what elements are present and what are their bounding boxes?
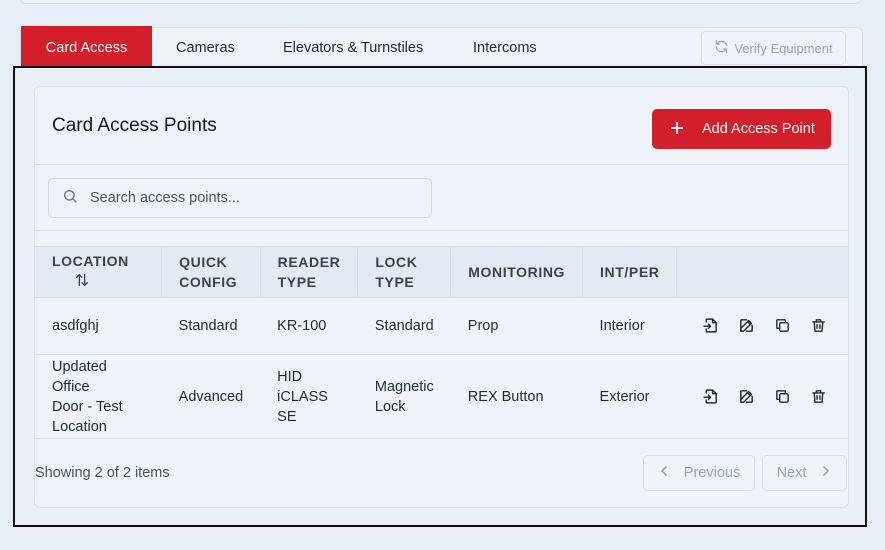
- copy-icon[interactable]: [774, 388, 791, 405]
- cell-lock-type: Magnetic Lock: [374, 378, 434, 415]
- verify-equipment-button[interactable]: Verify Equipment: [701, 31, 846, 65]
- search-icon: [62, 188, 78, 209]
- tab-cameras[interactable]: Cameras: [176, 28, 235, 68]
- trash-icon[interactable]: [810, 317, 827, 334]
- tab-card-access[interactable]: Card Access: [21, 26, 152, 71]
- tab-intercoms[interactable]: Intercoms: [473, 28, 537, 68]
- column-header-location[interactable]: LOCATION: [35, 247, 163, 297]
- cell-int-per: Exterior: [599, 388, 650, 405]
- cell-location: asdfghj: [52, 317, 99, 334]
- card-title: Card Access Points: [52, 115, 217, 136]
- cell-monitoring: REX Button: [467, 388, 544, 405]
- search-input[interactable]: [90, 190, 390, 206]
- column-header-int-per: INT/PER: [582, 247, 678, 297]
- cell-actions: [677, 354, 848, 439]
- add-access-point-label: Add Access Point: [702, 121, 815, 137]
- cell-int-per: Interior: [599, 317, 645, 334]
- file-import-icon[interactable]: [702, 317, 719, 334]
- card-access-panel: Card Access Points Add Access Point Sear…: [13, 66, 867, 527]
- cell-monitoring: Prop: [467, 317, 499, 334]
- tab-bar: Card Access Cameras Elevators & Turnstil…: [20, 26, 863, 71]
- add-access-point-button[interactable]: Add Access Point: [652, 109, 831, 149]
- cell-location: Updated Office Door - Test Location: [52, 358, 123, 435]
- table-row[interactable]: asdfghj Standard KR-100 Standard Prop In…: [35, 297, 848, 354]
- cell-quick-config: Standard: [178, 317, 238, 334]
- sort-icon[interactable]: [74, 272, 90, 293]
- tab-elevators-turnstiles[interactable]: Elevators & Turnstiles: [283, 28, 423, 68]
- table-header-row: LOCATION QUICK CONFIG READER TYPE LOCK T…: [35, 247, 848, 297]
- chevron-right-icon: [820, 465, 832, 481]
- column-header-reader-type: READER TYPE: [260, 247, 359, 297]
- access-points-table: LOCATION QUICK CONFIG READER TYPE LOCK T…: [35, 246, 848, 439]
- cell-quick-config: Advanced: [178, 388, 244, 405]
- search-box[interactable]: [48, 178, 432, 218]
- edit-icon[interactable]: [738, 317, 755, 334]
- next-page-button[interactable]: Next: [762, 455, 847, 491]
- cell-reader-type: KR-100: [277, 317, 327, 334]
- search-panel: [35, 164, 848, 231]
- trash-icon[interactable]: [810, 388, 827, 405]
- plus-icon: [670, 119, 684, 139]
- copy-icon[interactable]: [774, 317, 791, 334]
- column-header-lock-type: LOCK TYPE: [357, 247, 452, 297]
- pagination-summary: Showing 2 of 2 items: [35, 465, 170, 481]
- table-row[interactable]: Updated Office Door - Test Location Adva…: [35, 354, 848, 439]
- cell-actions: [677, 297, 848, 354]
- verify-equipment-label: Verify Equipment: [734, 40, 833, 56]
- access-points-card: Card Access Points Add Access Point Sear…: [34, 86, 849, 508]
- cell-reader-type: HID iCLASS SE: [277, 368, 328, 425]
- previous-page-button[interactable]: Previous: [643, 455, 755, 491]
- column-header-monitoring: MONITORING: [450, 247, 584, 297]
- file-import-icon[interactable]: [702, 388, 719, 405]
- top-panel-edge: [20, 0, 862, 4]
- cell-lock-type: Standard: [374, 317, 434, 334]
- refresh-icon: [714, 39, 729, 57]
- edit-icon[interactable]: [738, 388, 755, 405]
- chevron-left-icon: [658, 465, 670, 481]
- column-header-quick-config: QUICK CONFIG: [161, 247, 261, 297]
- column-header-actions: [677, 247, 848, 297]
